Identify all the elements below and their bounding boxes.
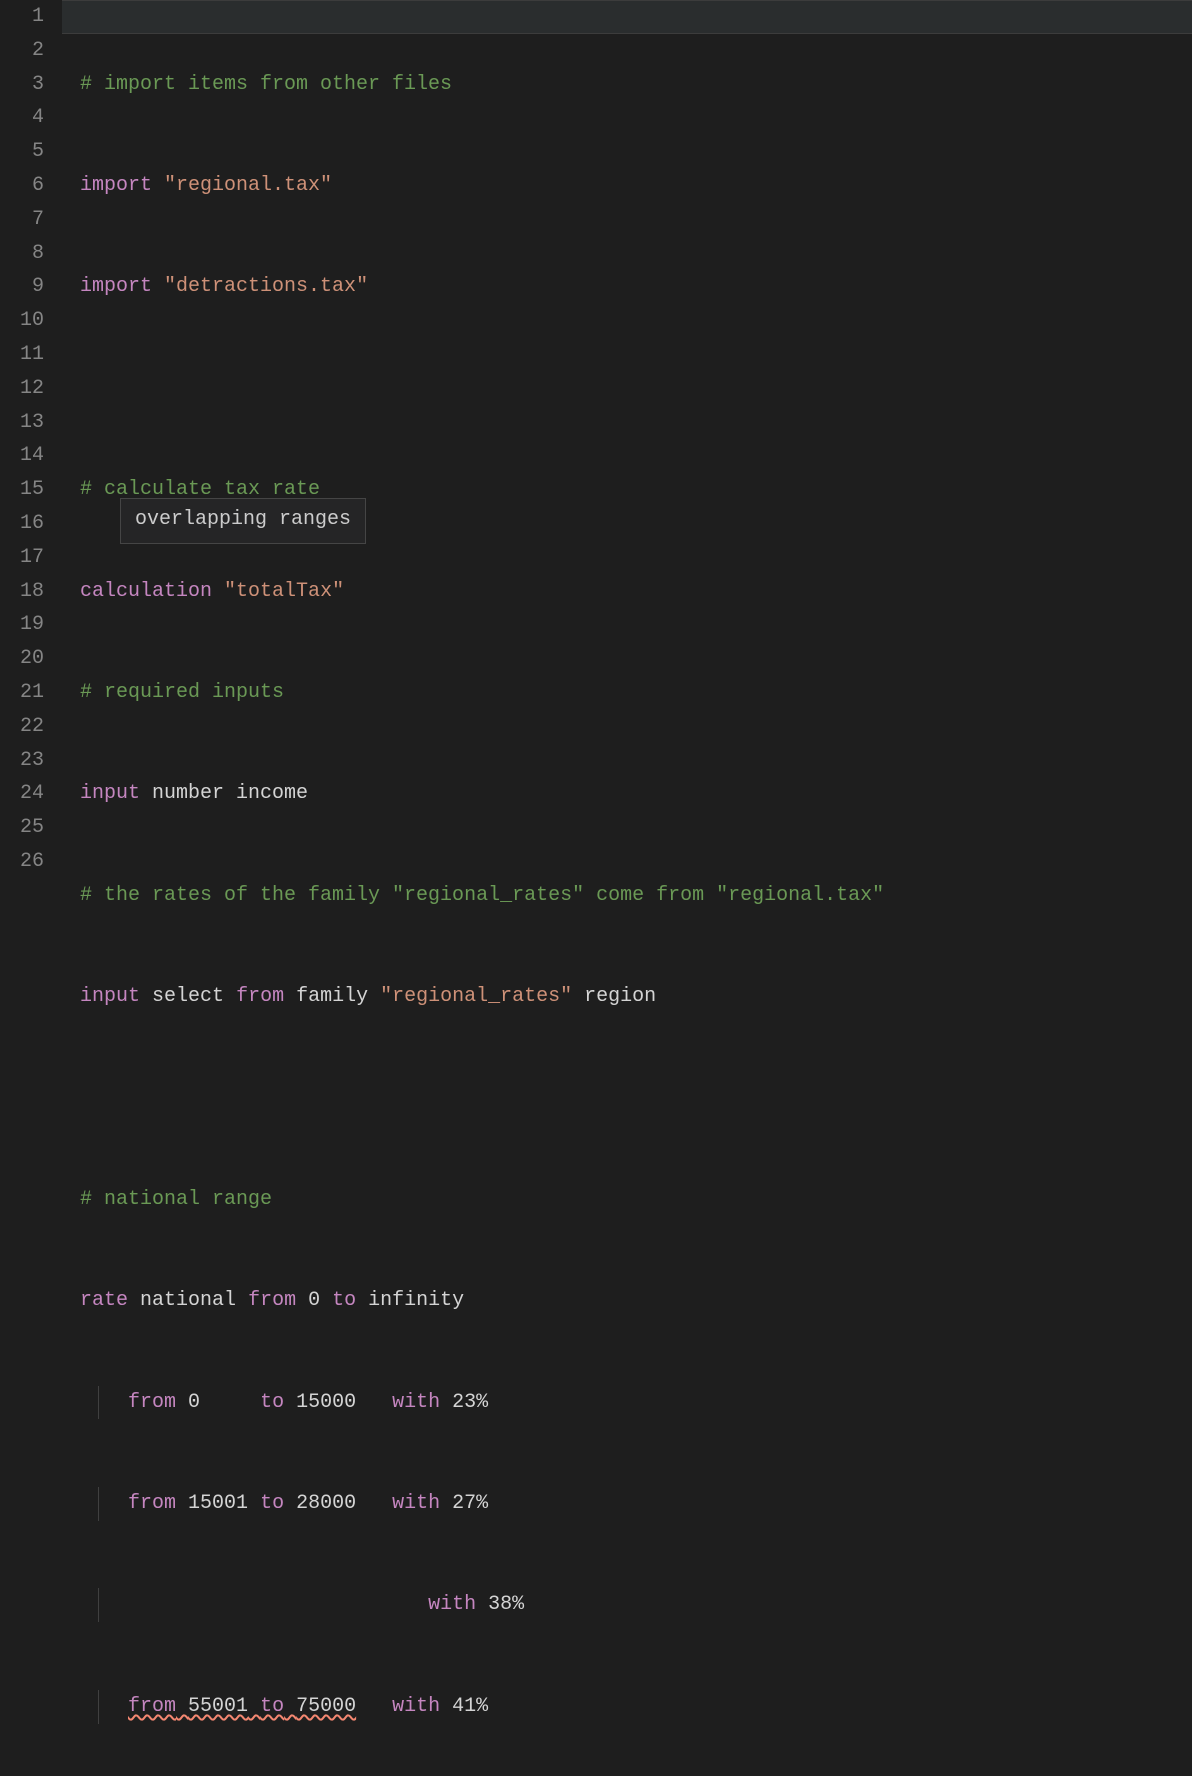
keyword: to — [332, 1289, 356, 1312]
line-number: 17 — [0, 541, 44, 575]
code-line[interactable]: input select from family "regional_rates… — [80, 980, 1192, 1014]
number: 55001 — [188, 1695, 248, 1718]
keyword: calculation — [80, 580, 212, 603]
code-line[interactable] — [80, 372, 1192, 406]
keyword: rate — [80, 1289, 128, 1312]
line-number: 25 — [0, 811, 44, 845]
keyword: import — [80, 174, 152, 197]
line-number: 23 — [0, 744, 44, 778]
string: "detractions.tax" — [164, 275, 368, 298]
comment: # required inputs — [80, 681, 284, 704]
code-line[interactable]: # national range — [80, 1183, 1192, 1217]
number: 15000 — [296, 1391, 380, 1414]
number: 0 — [308, 1289, 320, 1312]
line-number: 7 — [0, 203, 44, 237]
keyword: from — [128, 1695, 176, 1718]
keyword: import — [80, 275, 152, 298]
keyword: with — [392, 1391, 440, 1414]
code-line[interactable] — [80, 1082, 1192, 1116]
keyword: to — [260, 1695, 284, 1718]
keyword: to — [260, 1391, 284, 1414]
code-line[interactable]: with 38% — [80, 1588, 1192, 1622]
string: "totalTax" — [224, 580, 344, 603]
line-number: 15 — [0, 473, 44, 507]
line-number: 14 — [0, 439, 44, 473]
keyword: from — [128, 1492, 176, 1515]
line-number: 11 — [0, 338, 44, 372]
code-editor[interactable]: 1234567891011121314151617181920212223242… — [0, 0, 1192, 888]
hover-tooltip: overlapping ranges — [120, 498, 366, 544]
percent: 27% — [452, 1492, 488, 1515]
identifier: infinity — [368, 1289, 464, 1312]
keyword: with — [428, 1593, 476, 1616]
percent: 38% — [488, 1593, 524, 1616]
code-line[interactable]: # the rates of the family "regional_rate… — [80, 879, 1192, 913]
line-number: 3 — [0, 68, 44, 102]
line-number: 20 — [0, 642, 44, 676]
code-line[interactable]: import "detractions.tax" — [80, 270, 1192, 304]
line-number: 12 — [0, 372, 44, 406]
keyword: input — [80, 782, 140, 805]
identifier: region — [584, 985, 656, 1008]
line-number: 22 — [0, 710, 44, 744]
percent: 41% — [452, 1695, 488, 1718]
code-line[interactable]: rate national from 0 to infinity — [80, 1284, 1192, 1318]
line-number: 2 — [0, 34, 44, 68]
code-line[interactable]: # required inputs — [80, 676, 1192, 710]
line-number: 4 — [0, 101, 44, 135]
comment: # national range — [80, 1188, 272, 1211]
identifier: family — [296, 985, 368, 1008]
error-squiggle[interactable]: from 55001 to 75000 — [128, 1695, 356, 1718]
code-line[interactable]: # import items from other files — [80, 68, 1192, 102]
comment: # import items from other files — [80, 73, 452, 96]
number: 28000 — [296, 1492, 380, 1515]
code-line[interactable]: input number income — [80, 777, 1192, 811]
code-area[interactable]: # import items from other files import "… — [62, 0, 1192, 888]
indent-guide — [98, 1690, 99, 1724]
line-number: 6 — [0, 169, 44, 203]
keyword: to — [260, 1492, 284, 1515]
identifier: select — [152, 985, 224, 1008]
number: 15001 — [188, 1492, 248, 1515]
number: 75000 — [296, 1695, 356, 1718]
line-number: 16 — [0, 507, 44, 541]
code-line[interactable]: import "regional.tax" — [80, 169, 1192, 203]
identifier: number income — [152, 782, 308, 805]
line-number: 19 — [0, 608, 44, 642]
number: 0 — [188, 1391, 248, 1414]
line-number: 1 — [0, 0, 44, 34]
line-number: 13 — [0, 406, 44, 440]
line-number: 10 — [0, 304, 44, 338]
keyword: from — [236, 985, 284, 1008]
keyword: with — [392, 1695, 440, 1718]
keyword: input — [80, 985, 140, 1008]
code-line[interactable]: from 0 to 15000 with 23% — [80, 1386, 1192, 1420]
string: "regional.tax" — [164, 174, 332, 197]
indent-guide — [98, 1386, 99, 1420]
identifier: national — [140, 1289, 236, 1312]
code-line[interactable]: from 55001 to 75000 with 41% — [80, 1690, 1192, 1724]
keyword: from — [248, 1289, 296, 1312]
string: "regional_rates" — [380, 985, 572, 1008]
line-number: 18 — [0, 575, 44, 609]
comment: # the rates of the family "regional_rate… — [80, 884, 884, 907]
line-number: 8 — [0, 237, 44, 271]
code-line[interactable]: from 15001 to 28000 with 27% — [80, 1487, 1192, 1521]
line-number: 9 — [0, 270, 44, 304]
indent-guide — [98, 1588, 99, 1622]
line-number-gutter: 1234567891011121314151617181920212223242… — [0, 0, 62, 888]
tooltip-text: overlapping ranges — [135, 508, 351, 531]
keyword: with — [392, 1492, 440, 1515]
code-line[interactable]: calculation "totalTax" — [80, 575, 1192, 609]
keyword: from — [128, 1391, 176, 1414]
percent: 23% — [452, 1391, 488, 1414]
line-number: 26 — [0, 845, 44, 879]
indent-guide — [98, 1487, 99, 1521]
line-number: 21 — [0, 676, 44, 710]
line-number: 5 — [0, 135, 44, 169]
line-number: 24 — [0, 777, 44, 811]
